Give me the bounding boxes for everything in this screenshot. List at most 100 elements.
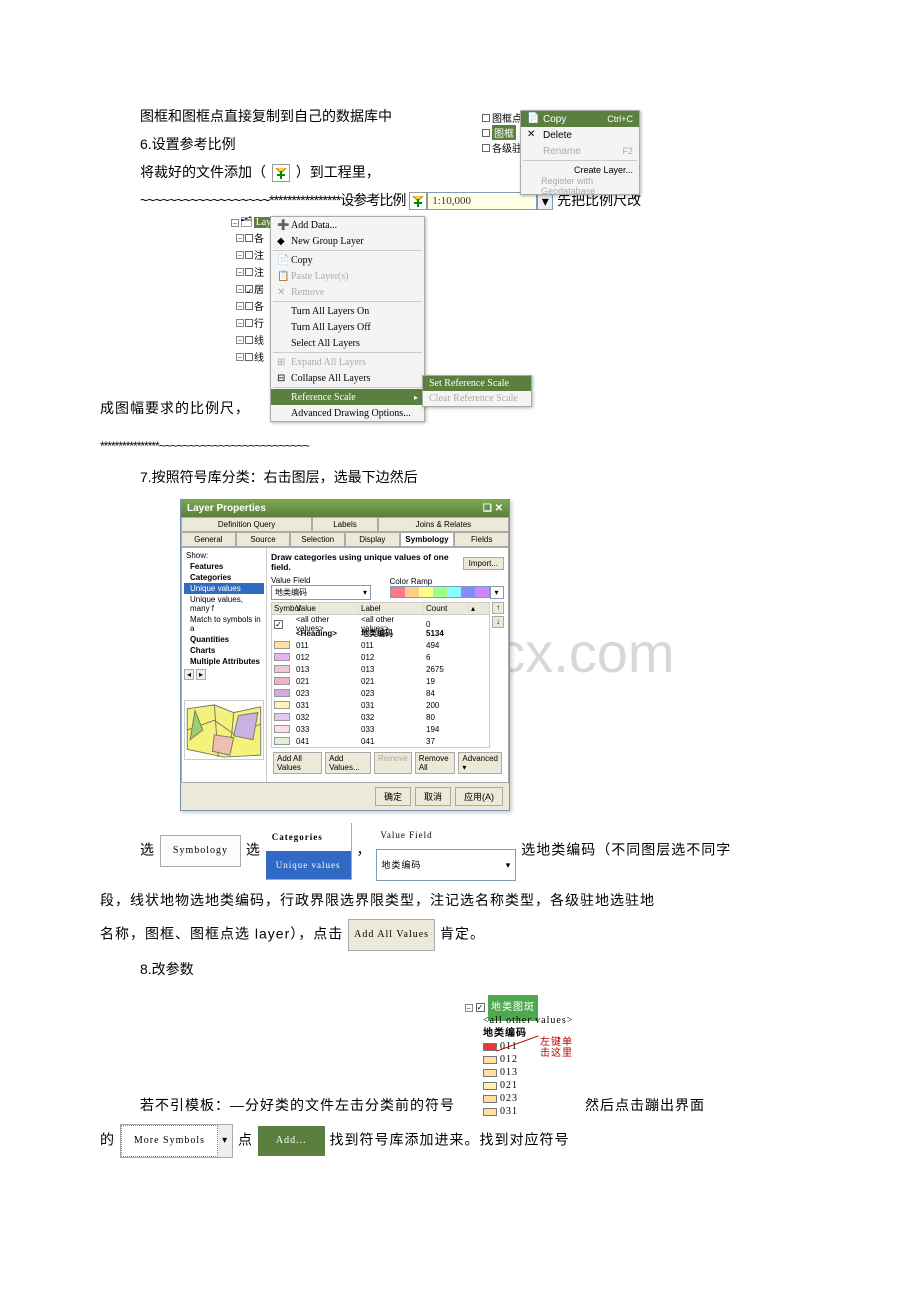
show-features[interactable]: Features <box>184 561 264 572</box>
tab-selection[interactable]: Selection <box>290 532 345 547</box>
window-controls[interactable]: ❏ ✕ <box>483 503 503 514</box>
ctx-reference-scale[interactable]: Reference Scale▸ <box>271 389 424 405</box>
category-grid[interactable]: SymbolValueLabelCount▴ <all other values… <box>271 602 490 748</box>
categories-inline[interactable]: Categories Unique values <box>266 823 352 880</box>
table-row[interactable]: 04104137 <box>272 735 489 747</box>
prev-arrow[interactable]: ◂ <box>184 669 194 680</box>
tab-labels[interactable]: Labels <box>312 517 378 532</box>
tab-joins[interactable]: Joins & Relates <box>378 517 509 532</box>
ctx-copy[interactable]: 📄Copy <box>271 252 424 268</box>
symbol-swatch[interactable] <box>483 1043 497 1051</box>
show-match-symbols[interactable]: Match to symbols in a <box>184 614 264 634</box>
show-unique-many[interactable]: Unique values, many f <box>184 594 264 614</box>
add-values-button[interactable]: Add Values... <box>325 752 371 774</box>
toc-copy-context: 图框点Personal G 图框 各级驻 📄CopyCtrl+C ✕Delete… <box>480 110 640 155</box>
heading-8: 8.改参数 <box>140 957 880 981</box>
annotation: 左键单击这里 <box>540 1037 575 1059</box>
layer-properties-dialog: Layer Properties❏ ✕ Definition Query Lab… <box>180 499 510 811</box>
remove-icon: ✕ <box>277 287 291 298</box>
ctx-add-data[interactable]: ➕Add Data... <box>271 217 424 233</box>
ctx-adv-drawing[interactable]: Advanced Drawing Options... <box>271 405 424 421</box>
symbol-swatch[interactable] <box>483 1108 497 1116</box>
show-categories[interactable]: Categories <box>184 572 264 583</box>
show-charts[interactable]: Charts <box>184 645 264 656</box>
legend-item[interactable]: 013 <box>465 1066 575 1079</box>
tab-defquery[interactable]: Definition Query <box>181 517 312 532</box>
table-row[interactable]: 0130132675 <box>272 663 489 675</box>
show-multiple-attributes[interactable]: Multiple Attributes <box>184 656 264 667</box>
more-symbols-button[interactable]: More Symbols▾ <box>120 1124 233 1158</box>
cancel-button[interactable]: 取消 <box>415 787 451 806</box>
ok-button[interactable]: 确定 <box>375 787 411 806</box>
ctx-turn-all-on[interactable]: Turn All Layers On <box>271 303 424 319</box>
ctx-clear-ref-scale: Clear Reference Scale <box>423 391 531 406</box>
symbol-swatch[interactable] <box>483 1069 497 1077</box>
para-12: 的 More Symbols▾ 点 Add... 找到符号库添加进来。找到对应符… <box>100 1124 880 1158</box>
table-row[interactable]: 02302384 <box>272 687 489 699</box>
checkbox[interactable] <box>482 129 490 137</box>
table-row[interactable]: <all other values><all other values>0 <box>272 615 489 627</box>
copy-icon: 📄 <box>527 113 539 125</box>
table-row[interactable]: 03203280 <box>272 711 489 723</box>
ref-scale-submenu: Set Reference Scale Clear Reference Scal… <box>422 375 532 407</box>
tab-display[interactable]: Display <box>345 532 400 547</box>
heading-7: 7.按照符号库分类：右击图层，选最下边然后 <box>140 465 880 489</box>
add-data-icon[interactable] <box>409 192 427 210</box>
legend-item[interactable]: 031 <box>465 1105 575 1118</box>
legend-item[interactable]: 021 <box>465 1079 575 1092</box>
symbol-swatch[interactable] <box>483 1082 497 1090</box>
table-row[interactable]: 033033194 <box>272 723 489 735</box>
remove-all-button[interactable]: Remove All <box>415 752 456 774</box>
table-row[interactable]: 02102119 <box>272 675 489 687</box>
copy-icon: 📄 <box>277 255 291 266</box>
ctx-delete[interactable]: ✕Delete <box>521 127 639 143</box>
symbol-swatch[interactable] <box>483 1095 497 1103</box>
symbol-swatch[interactable] <box>483 1056 497 1064</box>
tab-symbology-inline[interactable]: Symbology <box>160 835 241 867</box>
para-scale: ~~~~~~~~~~~~~~~~~~****************设参考比例 … <box>140 188 880 212</box>
desc-text: Draw categories using unique values of o… <box>271 552 459 572</box>
add-data-icon[interactable] <box>272 164 290 182</box>
expand-icon[interactable]: − <box>231 219 239 227</box>
tab-fields[interactable]: Fields <box>454 532 509 547</box>
ctx-select-all[interactable]: Select All Layers <box>271 335 424 351</box>
legend-item[interactable]: 023 <box>465 1092 575 1105</box>
import-button[interactable]: Import... <box>463 557 504 570</box>
paste-icon: 📋 <box>277 271 291 282</box>
show-quantities[interactable]: Quantities <box>184 634 264 645</box>
ctx-rename: RenameF2 <box>521 143 639 159</box>
table-row[interactable]: 031031200 <box>272 699 489 711</box>
show-unique-values[interactable]: Unique values <box>184 583 264 594</box>
ctx-set-ref-scale[interactable]: Set Reference Scale <box>423 376 531 391</box>
table-row[interactable]: <Heading>地类编码5134 <box>272 627 489 639</box>
toc-legend: −地类图斑 <all other values> 地类编码 0110120130… <box>465 1001 575 1118</box>
next-arrow[interactable]: ▸ <box>196 669 206 680</box>
separator: ****************~~~~~~~~~~~~~~~~~~~~~~~~… <box>100 433 880 459</box>
add-all-values-inline[interactable]: Add All Values <box>348 919 435 951</box>
move-down[interactable]: ↓ <box>492 616 504 628</box>
add-button[interactable]: Add... <box>258 1126 325 1156</box>
ctx-expand-all: ⊞Expand All Layers <box>271 354 424 370</box>
move-up[interactable]: ↑ <box>492 602 504 614</box>
ctx-turn-all-off[interactable]: Turn All Layers Off <box>271 319 424 335</box>
table-row[interactable]: 011011494 <box>272 639 489 651</box>
layers-context-menu: ➕Add Data... ◆New Group Layer 📄Copy 📋Pas… <box>270 216 425 422</box>
tab-symbology[interactable]: Symbology <box>400 532 455 547</box>
value-field-inline[interactable]: Value Field 地类编码▾ <box>376 821 516 881</box>
para-7: 选 Symbology 选 Categories Unique values ，… <box>140 821 880 881</box>
dialog-titlebar[interactable]: Layer Properties❏ ✕ <box>181 500 509 517</box>
apply-button[interactable]: 应用(A) <box>455 787 503 806</box>
value-field-combo[interactable]: 地类编码▾ <box>271 585 371 600</box>
para-8: 段，线状地物选地类编码，行政界限选界限类型，注记选名称类型，各级驻地选驻地 <box>100 887 880 913</box>
checkbox[interactable] <box>482 144 490 152</box>
table-row[interactable]: 0120126 <box>272 651 489 663</box>
color-ramp-combo[interactable] <box>390 586 490 598</box>
ctx-new-group[interactable]: ◆New Group Layer <box>271 233 424 249</box>
tab-general[interactable]: General <box>181 532 236 547</box>
advanced-button[interactable]: Advanced ▾ <box>458 752 502 774</box>
ctx-collapse-all[interactable]: ⊟Collapse All Layers <box>271 370 424 386</box>
add-all-values-button[interactable]: Add All Values <box>273 752 322 774</box>
ctx-copy[interactable]: 📄CopyCtrl+C <box>521 111 639 127</box>
tab-source[interactable]: Source <box>236 532 291 547</box>
checkbox[interactable] <box>482 114 490 122</box>
